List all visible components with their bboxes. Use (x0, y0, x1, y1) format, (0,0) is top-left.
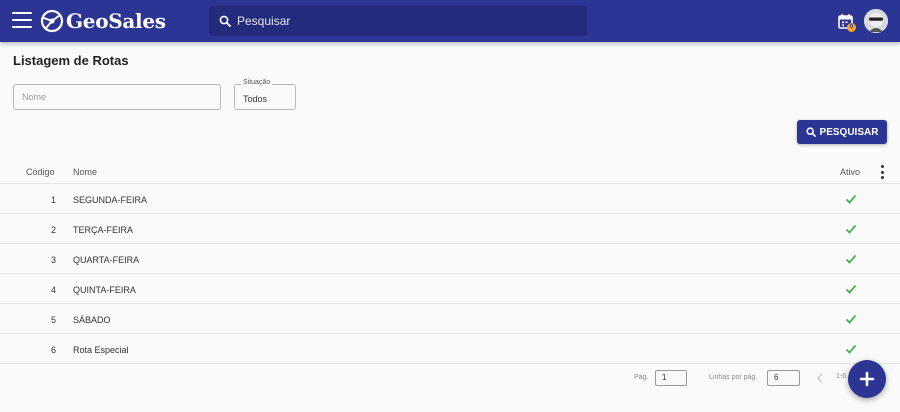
row-name: SÁBADO (73, 315, 111, 325)
table-row[interactable]: 3 QUARTA-FEIRA (0, 244, 900, 274)
notification-badge: 0 (847, 23, 856, 32)
row-code: 6 (50, 345, 56, 355)
check-icon (845, 284, 857, 294)
check-icon (845, 194, 857, 204)
global-search[interactable] (209, 6, 587, 36)
table-row[interactable]: 2 TERÇA-FEIRA (0, 214, 900, 244)
check-icon (845, 344, 857, 354)
app-logo[interactable]: GeoSales (40, 8, 166, 34)
table-header: Código Nome Ativo (0, 158, 900, 184)
row-name: TERÇA-FEIRA (73, 225, 134, 235)
row-name: SEGUNDA-FEIRA (73, 195, 148, 205)
rows-per-page-label: Linhas por pág. (709, 374, 758, 381)
row-name: QUARTA-FEIRA (73, 255, 140, 265)
check-icon (845, 254, 857, 264)
situacao-label: Situação (241, 79, 273, 86)
row-code: 1 (50, 195, 56, 205)
search-button-label: PESQUISAR (819, 126, 879, 138)
brand-name: GeoSales (66, 9, 166, 33)
situacao-select[interactable]: Situação Todos (234, 79, 296, 110)
check-icon (845, 224, 857, 234)
page-range: 1-6 (836, 373, 847, 380)
check-icon (845, 314, 857, 324)
avatar-image (864, 9, 888, 33)
row-code: 4 (50, 285, 56, 295)
add-route-button[interactable] (848, 360, 886, 398)
column-header-active[interactable]: Ativo (840, 167, 860, 177)
app-bar: GeoSales 0 (0, 0, 900, 42)
nome-input[interactable] (14, 85, 220, 109)
page-label: Pág. (634, 374, 649, 381)
logo-icon (40, 9, 64, 33)
table-row[interactable]: 5 SÁBADO (0, 304, 900, 334)
row-code: 2 (50, 225, 56, 235)
search-input[interactable] (237, 14, 577, 28)
rows-per-page-select[interactable]: 6 (767, 370, 800, 386)
pagination: Pág. 1 Linhas por pág. 6 (0, 370, 900, 386)
table-row[interactable]: 4 QUINTA-FEIRA (0, 274, 900, 304)
table-row[interactable]: 6 Rota Especial (0, 334, 900, 364)
page-input[interactable]: 1 (655, 370, 687, 386)
table-row[interactable]: 1 SEGUNDA-FEIRA (0, 184, 900, 214)
search-button[interactable]: PESQUISAR (797, 120, 887, 144)
nome-field[interactable] (13, 84, 221, 110)
menu-icon[interactable] (12, 12, 32, 30)
chevron-left-icon[interactable] (816, 373, 824, 383)
more-vert-icon[interactable] (877, 165, 887, 179)
row-code: 3 (50, 255, 56, 265)
row-name: Rota Especial (73, 345, 129, 355)
row-code: 5 (50, 315, 56, 325)
column-header-code[interactable]: Código (26, 167, 55, 177)
avatar[interactable] (864, 9, 888, 33)
row-name: QUINTA-FEIRA (73, 285, 136, 295)
plus-icon (859, 371, 875, 387)
page-title: Listagem de Rotas (13, 53, 129, 68)
search-icon (219, 15, 231, 27)
situacao-value: Todos (243, 94, 268, 104)
column-header-name[interactable]: Nome (73, 167, 97, 177)
search-icon (805, 127, 816, 137)
